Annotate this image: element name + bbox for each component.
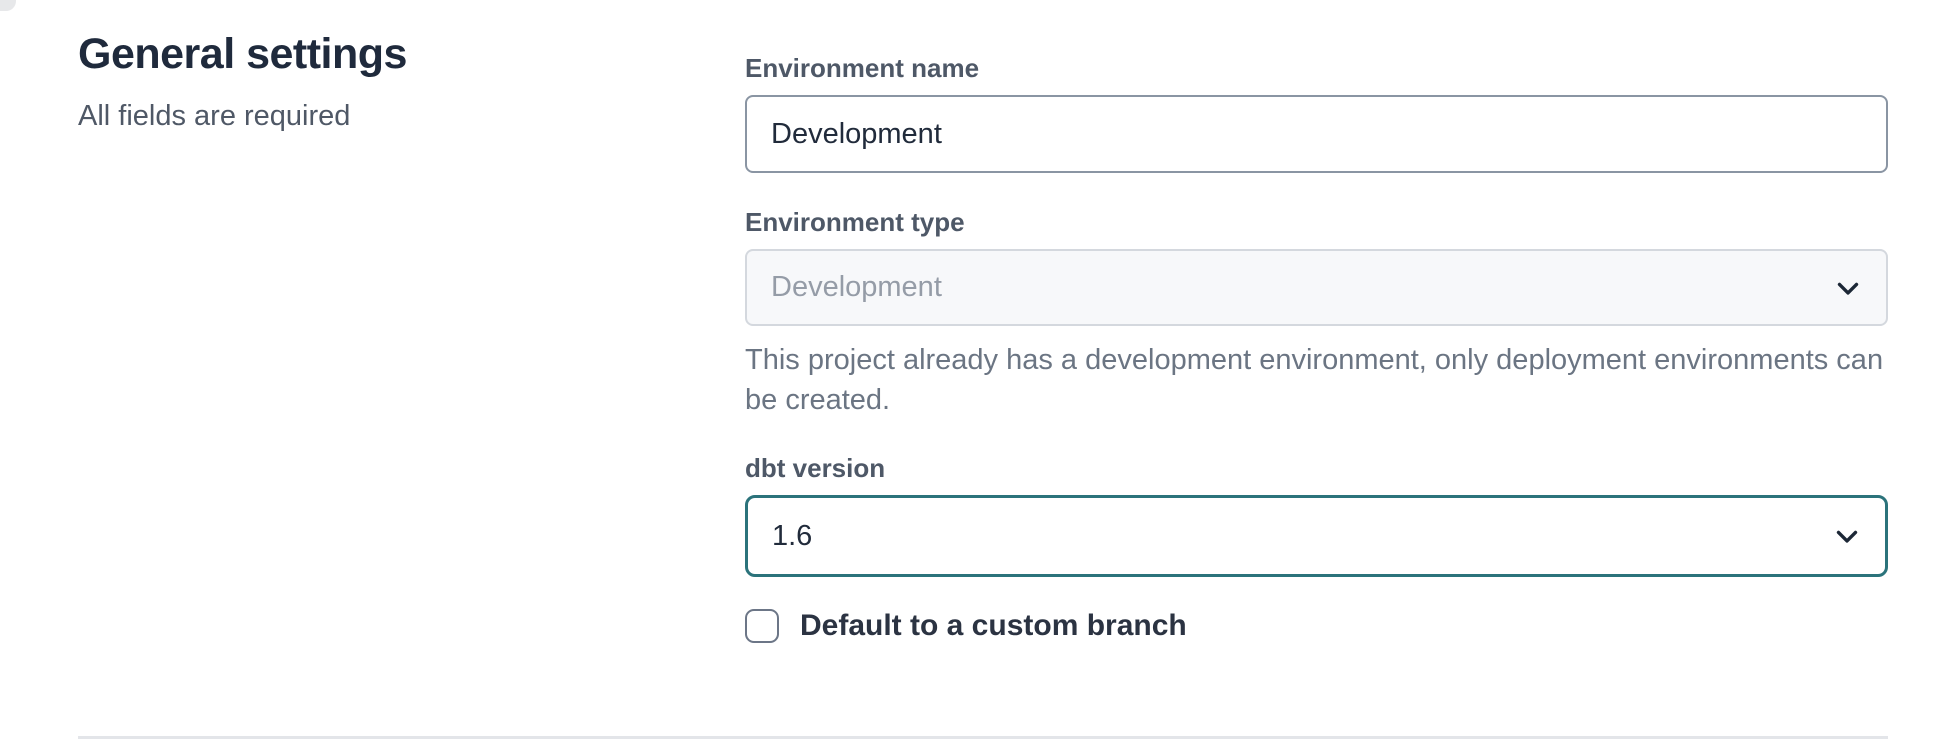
page-title: General settings <box>78 30 407 79</box>
page-corner-artifact <box>0 0 16 11</box>
custom-branch-label[interactable]: Default to a custom branch <box>800 609 1187 643</box>
custom-branch-checkbox[interactable] <box>745 609 779 643</box>
dbt-version-label: dbt version <box>745 453 1888 483</box>
environment-type-value: Development <box>771 271 942 304</box>
section-divider <box>78 736 1888 739</box>
dbt-version-value: 1.6 <box>772 520 812 553</box>
dbt-version-select[interactable]: 1.6 <box>745 495 1888 577</box>
chevron-down-icon[interactable] <box>1829 518 1865 554</box>
environment-name-input[interactable] <box>745 95 1888 173</box>
environment-type-select: Development <box>745 249 1888 326</box>
page-subtitle: All fields are required <box>78 100 350 133</box>
environment-type-helper-text: This project already has a development e… <box>745 340 1888 420</box>
environment-type-label: Environment type <box>745 207 1888 237</box>
general-settings-form: Environment name Environment type Develo… <box>745 0 1888 643</box>
chevron-down-icon <box>1830 270 1866 306</box>
environment-name-label: Environment name <box>745 53 1888 83</box>
custom-branch-row: Default to a custom branch <box>745 609 1888 643</box>
